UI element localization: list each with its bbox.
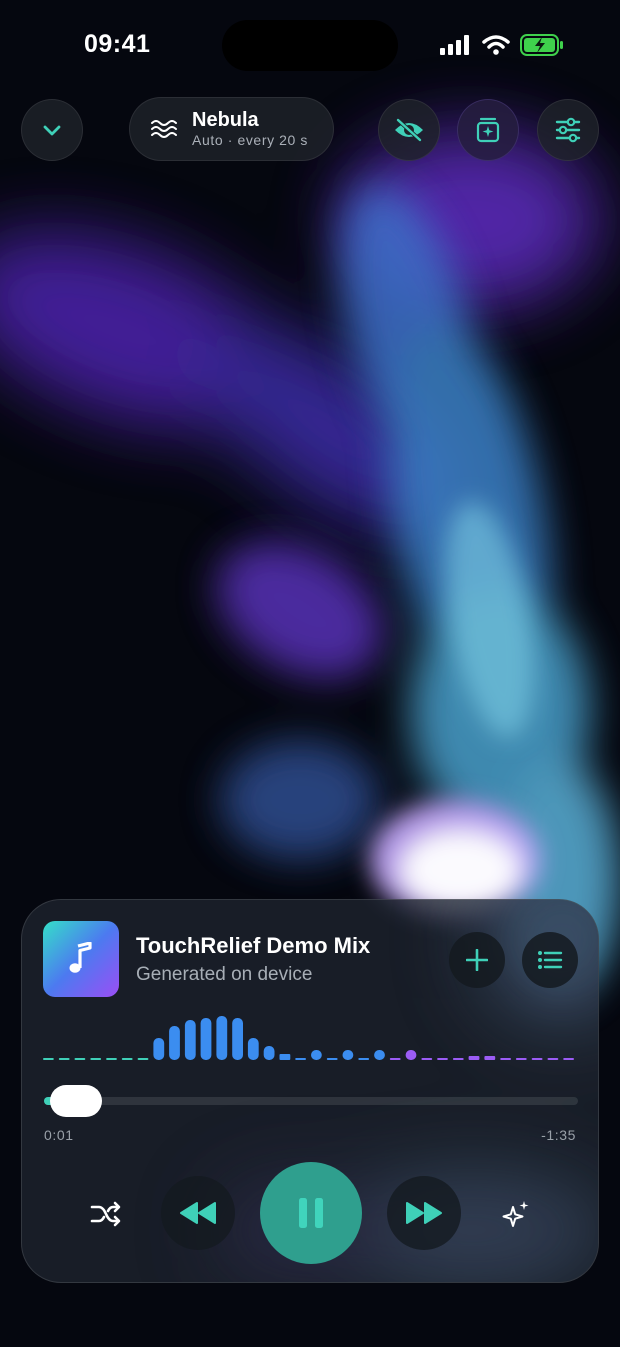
wifi-icon xyxy=(482,35,510,55)
waveform-bar xyxy=(547,1058,559,1060)
waveform-bar xyxy=(563,1058,574,1060)
waveform-bar xyxy=(358,1058,370,1060)
sparkle-frame-icon xyxy=(476,117,500,143)
visualizer-mode: Auto · every 20 s xyxy=(192,132,309,148)
waveform-bar xyxy=(184,1020,196,1060)
fast-forward-icon xyxy=(406,1202,442,1224)
chevron-down-icon xyxy=(43,125,61,136)
waveform-bar xyxy=(421,1058,433,1060)
waveform-bar xyxy=(295,1058,306,1060)
status-time: 09:41 xyxy=(84,30,151,58)
waveform-bar xyxy=(58,1058,70,1060)
add-to-playlist-button[interactable] xyxy=(449,932,505,988)
music-note-icon xyxy=(69,942,92,973)
queue-button[interactable] xyxy=(522,932,578,988)
now-playing-card: TouchRelief Demo Mix Generated on device… xyxy=(21,899,599,1283)
waveform-bar xyxy=(121,1058,133,1060)
signal-icon xyxy=(440,35,469,55)
visualizer-selector[interactable]: Nebula Auto · every 20 s xyxy=(129,97,334,161)
progress-thumb[interactable] xyxy=(50,1085,102,1117)
elapsed-time: 0:01 xyxy=(44,1127,74,1143)
waveform-bar xyxy=(43,1058,54,1060)
waveform-bar xyxy=(326,1058,338,1060)
fast-forward-button[interactable] xyxy=(387,1176,461,1250)
waveform-bar xyxy=(531,1058,543,1060)
plus-icon xyxy=(466,949,488,971)
list-icon xyxy=(538,951,563,969)
remaining-time: -1:35 xyxy=(541,1127,576,1143)
waveform-bar xyxy=(311,1050,322,1060)
progress-track[interactable] xyxy=(44,1097,578,1105)
waveform-bar xyxy=(279,1054,291,1060)
generate-visual-button[interactable] xyxy=(457,99,519,161)
collapse-button[interactable] xyxy=(21,99,83,161)
waveform-bar xyxy=(247,1038,259,1060)
waveform-bar xyxy=(90,1058,102,1060)
waveform-bar xyxy=(342,1050,354,1060)
waveform-bar xyxy=(106,1058,117,1060)
waveform-bar xyxy=(437,1058,448,1060)
waveform-bar xyxy=(452,1058,464,1060)
waveform-bar xyxy=(263,1046,275,1060)
waves-icon xyxy=(151,120,177,138)
hide-controls-button[interactable] xyxy=(378,99,440,161)
waveform-bar xyxy=(200,1018,212,1060)
waveform-bar xyxy=(169,1026,180,1060)
waveform-bar xyxy=(232,1018,243,1060)
waveform-bar xyxy=(137,1058,149,1060)
waveform-bar xyxy=(389,1058,401,1060)
settings-button[interactable] xyxy=(537,99,599,161)
waveform-bar xyxy=(515,1058,527,1060)
shuffle-icon xyxy=(90,1201,121,1227)
visualizer-name: Nebula xyxy=(192,109,259,131)
waveform-bar xyxy=(468,1056,480,1060)
battery-icon xyxy=(520,34,563,56)
rewind-button[interactable] xyxy=(161,1176,235,1250)
waveform-bar xyxy=(405,1050,417,1060)
status-icons xyxy=(440,34,564,56)
waveform-bar xyxy=(500,1058,511,1060)
waveform-bar xyxy=(484,1056,496,1060)
sliders-icon xyxy=(555,117,581,143)
play-pause-button[interactable] xyxy=(260,1162,362,1264)
track-title: TouchRelief Demo Mix xyxy=(136,933,371,958)
sparkles-icon xyxy=(502,1201,529,1227)
track-subtitle: Generated on device xyxy=(136,964,313,985)
waveform-bar xyxy=(216,1016,228,1060)
waveform-bar xyxy=(374,1050,385,1060)
dynamic-island xyxy=(222,20,398,71)
pause-icon xyxy=(299,1198,323,1228)
waveform-bar xyxy=(74,1058,86,1060)
shuffle-button[interactable] xyxy=(82,1190,130,1238)
rewind-icon xyxy=(180,1202,216,1224)
eye-slash-icon xyxy=(395,118,423,142)
magic-button[interactable] xyxy=(492,1190,540,1238)
audio-waveform xyxy=(43,1016,574,1060)
album-art xyxy=(43,921,119,997)
waveform-bar xyxy=(153,1038,165,1060)
